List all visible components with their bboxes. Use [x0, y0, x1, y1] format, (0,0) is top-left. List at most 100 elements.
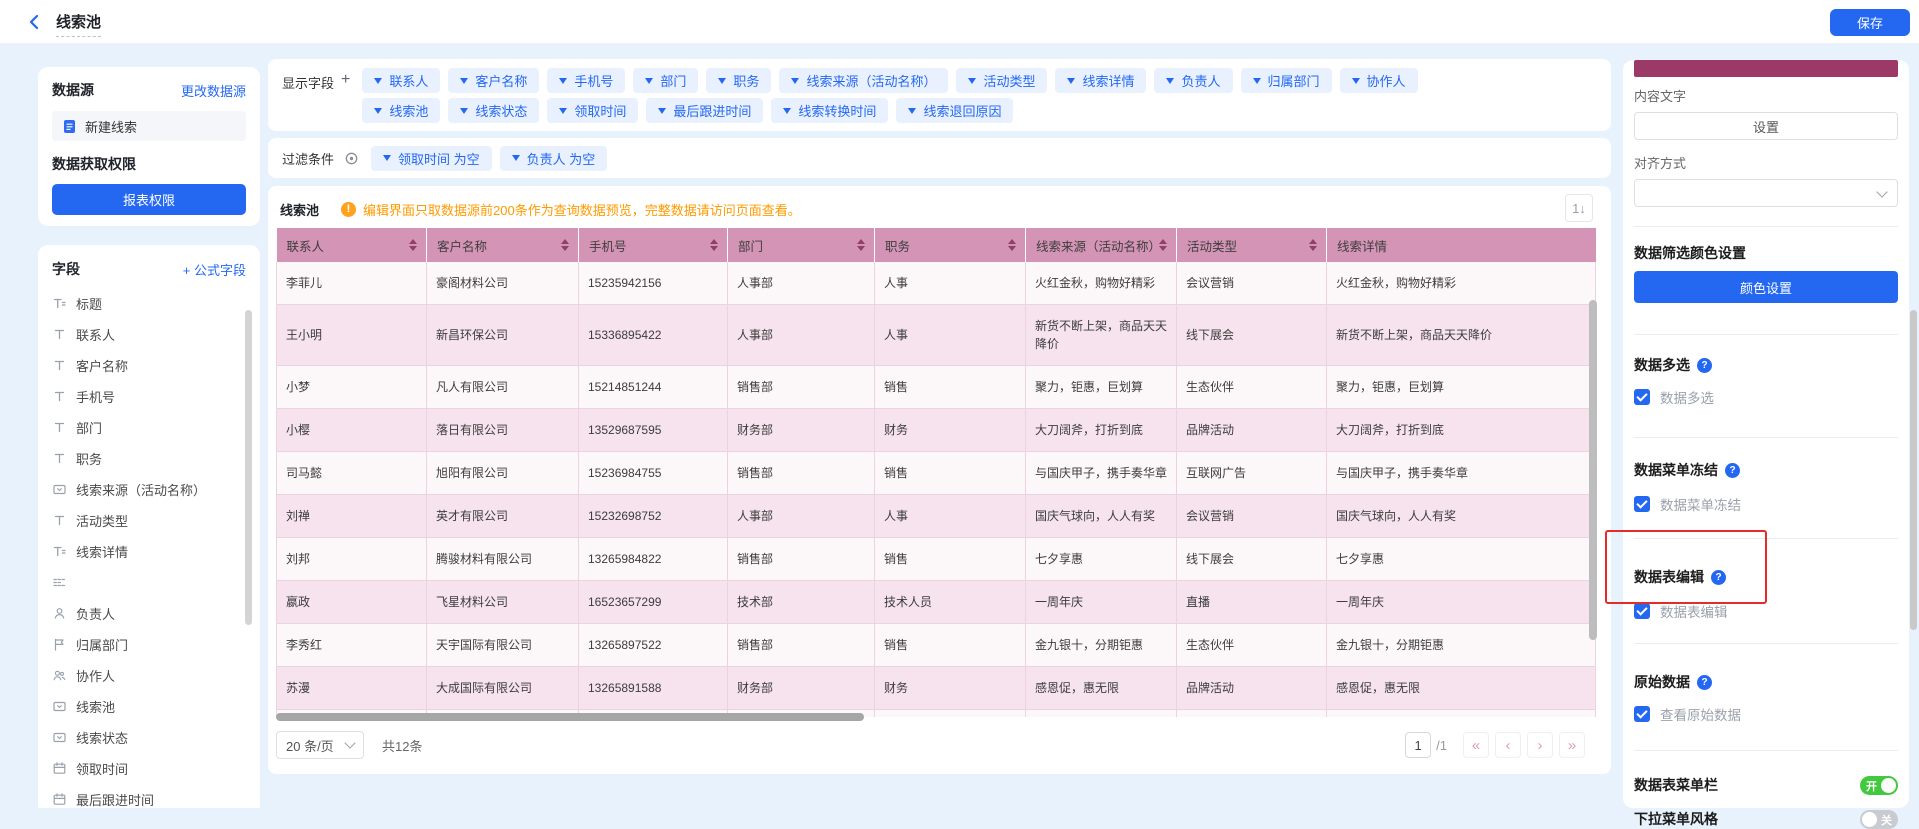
field-list-item[interactable]: 负责人 [52, 598, 246, 629]
table-cell[interactable]: 金九银十，分期钜惠 [1327, 624, 1596, 667]
table-cell[interactable]: 人事部 [728, 305, 875, 366]
table-cell[interactable]: 会议营销 [1177, 262, 1327, 305]
table-cell[interactable]: 嬴政 [277, 581, 427, 624]
field-chip[interactable]: 线索状态 [448, 98, 539, 123]
page-size-select[interactable]: 20 条/页 [276, 731, 364, 759]
color-settings-button[interactable]: 颜色设置 [1634, 271, 1898, 303]
field-list-item[interactable]: 联系人 [52, 319, 246, 350]
field-chip[interactable]: 线索池 [362, 98, 440, 123]
table-cell[interactable]: 刘邦 [277, 538, 427, 581]
field-list-item[interactable]: 领取时间 [52, 753, 246, 784]
table-row[interactable]: 小梦凡人有限公司15214851244销售部销售聚力，钜惠，巨划算生态伙伴聚力，… [277, 366, 1596, 409]
next-page-button[interactable]: › [1527, 732, 1553, 758]
table-cell[interactable]: 金九银十，分期钜惠 [1026, 624, 1177, 667]
table-cell[interactable]: 苏漫 [277, 667, 427, 710]
table-row[interactable]: 苏漫大成国际有限公司13265891588财务部财务感恩促，惠无限品牌活动感恩促… [277, 667, 1596, 710]
table-cell[interactable]: 销售 [875, 452, 1026, 495]
help-icon[interactable] [1725, 463, 1740, 478]
prev-page-button[interactable]: ‹ [1495, 732, 1521, 758]
table-cell[interactable]: 飞星材料公司 [427, 581, 579, 624]
table-cell[interactable]: 小樱 [277, 409, 427, 452]
table-cell[interactable] [1177, 710, 1327, 718]
menu-freeze-checkbox[interactable] [1634, 496, 1650, 512]
table-cell[interactable]: 15235942156 [579, 262, 728, 305]
field-list-item[interactable]: 线索状态 [52, 722, 246, 753]
content-text-settings-button[interactable]: 设置 [1634, 112, 1898, 140]
table-cell[interactable]: 李菲儿 [277, 262, 427, 305]
sort-icon[interactable] [857, 239, 865, 251]
color-swatch[interactable] [1634, 60, 1898, 77]
sort-order-icon[interactable]: 1↓ [1565, 194, 1593, 222]
table-cell[interactable]: 品牌活动 [1177, 409, 1327, 452]
table-cell[interactable]: 直播 [1177, 581, 1327, 624]
table-cell[interactable]: 大刀阔斧，打折到底 [1026, 409, 1177, 452]
table-cell[interactable]: 李秀红 [277, 624, 427, 667]
table-cell[interactable]: 财务部 [728, 409, 875, 452]
back-icon[interactable] [26, 13, 44, 31]
table-cell[interactable]: 品牌活动 [1177, 667, 1327, 710]
field-list-item[interactable]: 职务 [52, 443, 246, 474]
table-cell[interactable]: 大刀阔斧，打折到底 [1327, 409, 1596, 452]
help-icon[interactable] [1711, 570, 1726, 585]
table-row[interactable]: 刘邦腾骏材料有限公司13265984822销售部销售七夕享惠线下展会七夕享惠 [277, 538, 1596, 581]
table-cell[interactable]: 新货不断上架，商品天天降价 [1026, 305, 1177, 366]
table-cell[interactable]: 销售 [875, 366, 1026, 409]
table-edit-checkbox[interactable] [1634, 603, 1650, 619]
field-list-item[interactable]: 线索池 [52, 691, 246, 722]
column-header[interactable]: 线索来源（活动名称） [1026, 228, 1177, 262]
field-list-item[interactable]: 归属部门 [52, 629, 246, 660]
field-chip[interactable]: 线索详情 [1055, 68, 1146, 93]
table-cell[interactable]: 聚力，钜惠，巨划算 [1327, 366, 1596, 409]
table-cell[interactable]: 司马懿 [277, 452, 427, 495]
table-cell[interactable]: 国庆气球向，人人有奖 [1327, 495, 1596, 538]
table-cell[interactable]: 会议营销 [1177, 495, 1327, 538]
table-cell[interactable]: 豪阁材料公司 [427, 262, 579, 305]
table-cell[interactable]: 13265891588 [579, 667, 728, 710]
sort-icon[interactable] [409, 239, 417, 251]
change-datasource-link[interactable]: 更改数据源 [181, 81, 246, 100]
table-row[interactable]: 刘禅英才有限公司15232698752人事部人事国庆气球向，人人有奖会议营销国庆… [277, 495, 1596, 538]
table-row[interactable]: 司马懿旭阳有限公司15236984755销售部销售与国庆甲子，携手奏华章互联网广… [277, 452, 1596, 495]
field-chip[interactable]: 部门 [633, 68, 698, 93]
table-cell[interactable]: 一周年庆 [1327, 581, 1596, 624]
table-cell[interactable]: 销售部 [728, 366, 875, 409]
help-icon[interactable] [1697, 675, 1712, 690]
field-chip[interactable]: 归属部门 [1241, 68, 1332, 93]
table-cell[interactable]: 人事部 [728, 495, 875, 538]
table-cell[interactable]: 生态伙伴 [1177, 366, 1327, 409]
table-scroll-area[interactable]: 联系人客户名称手机号部门职务线索来源（活动名称）活动类型线索详情 李菲儿豪阁材料… [276, 228, 1603, 717]
sort-icon[interactable] [1008, 239, 1016, 251]
table-cell[interactable]: 人事部 [728, 262, 875, 305]
field-list-item[interactable]: 部门 [52, 412, 246, 443]
field-list-item[interactable]: 协作人 [52, 660, 246, 691]
dropdown-style-toggle[interactable]: 关 [1860, 810, 1898, 829]
field-chip[interactable]: 客户名称 [448, 68, 539, 93]
table-cell[interactable]: 英才有限公司 [427, 495, 579, 538]
add-display-field-icon[interactable]: + [341, 73, 350, 87]
table-cell[interactable]: 互联网广告 [1177, 452, 1327, 495]
table-cell[interactable]: 15236984755 [579, 452, 728, 495]
table-cell[interactable]: 销售部 [728, 452, 875, 495]
sort-icon[interactable] [710, 239, 718, 251]
report-permission-button[interactable]: 报表权限 [52, 184, 246, 215]
table-cell[interactable]: 线下展会 [1177, 538, 1327, 581]
add-formula-field-link[interactable]: + 公式字段 [183, 260, 246, 279]
table-cell[interactable]: 旭阳有限公司 [427, 452, 579, 495]
field-chip[interactable]: 最后跟进时间 [646, 98, 763, 123]
table-cell[interactable]: 国庆气球向，人人有奖 [1026, 495, 1177, 538]
help-icon[interactable] [1697, 358, 1712, 373]
field-chip[interactable]: 负责人 为空 [500, 146, 608, 171]
page-title[interactable]: 线索池 [56, 11, 101, 37]
table-cell[interactable]: 人事 [875, 495, 1026, 538]
table-vertical-scrollbar[interactable] [1589, 300, 1597, 640]
table-cell[interactable]: 财务 [875, 409, 1026, 452]
table-cell[interactable]: 与国庆甲子，携手奏华章 [1026, 452, 1177, 495]
field-chip[interactable]: 联系人 [362, 68, 440, 93]
column-header[interactable]: 客户名称 [427, 228, 579, 262]
table-cell[interactable]: 13265984822 [579, 538, 728, 581]
table-cell[interactable]: 凡人有限公司 [427, 366, 579, 409]
table-row[interactable]: 嬴政飞星材料公司16523657299技术部技术人员一周年庆直播一周年庆 [277, 581, 1596, 624]
target-icon[interactable] [344, 151, 359, 166]
column-header[interactable]: 联系人 [277, 228, 427, 262]
table-cell[interactable]: 15232698752 [579, 495, 728, 538]
